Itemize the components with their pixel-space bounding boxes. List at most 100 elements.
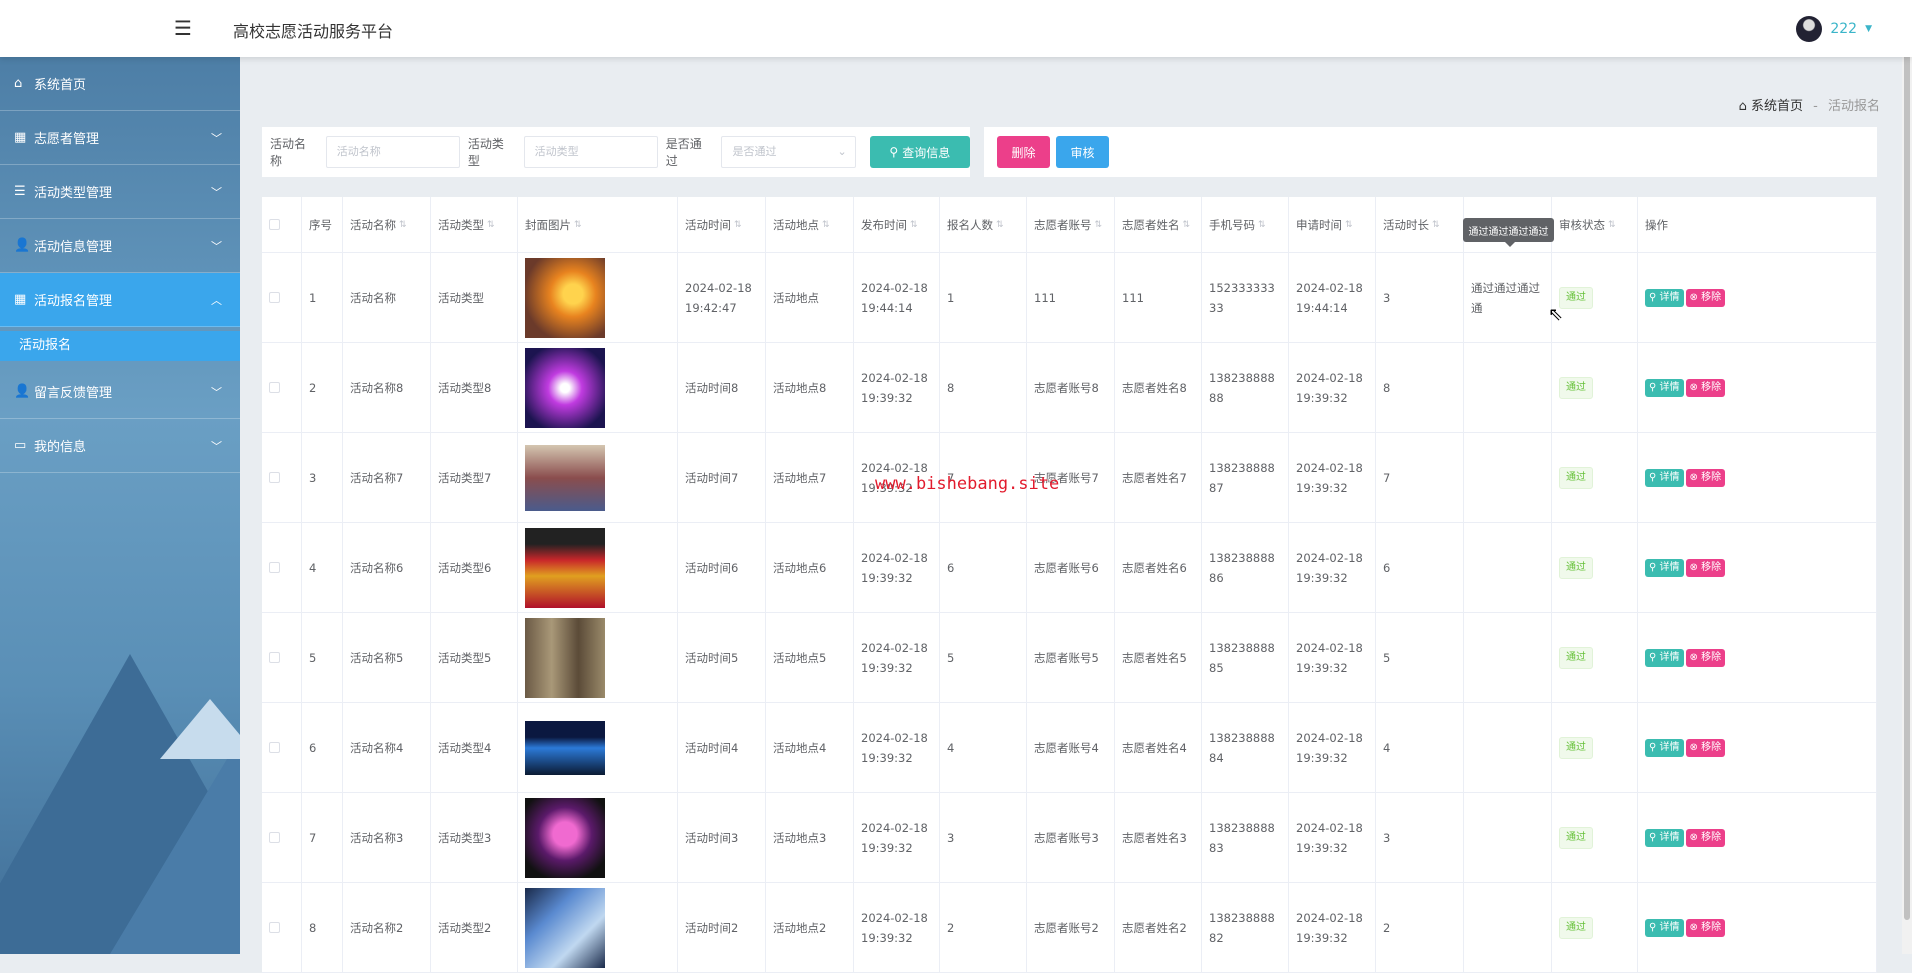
audit-button[interactable]: 审核 [1056,136,1109,168]
sort-icon[interactable]: ⇅ [734,215,742,235]
breadcrumb-home[interactable]: 系统首页 [1751,99,1803,114]
sort-icon[interactable]: ⇅ [1432,215,1440,235]
remove-button[interactable]: ⊗ 移除 [1685,468,1726,487]
cell-text: 5 [1383,650,1391,665]
cell-text: 2024-02-18 19:39:32 [1296,910,1363,945]
sidebar-subitem-activity-signup[interactable]: 活动报名 [0,331,240,361]
sidebar-item[interactable]: 👤 留言反馈管理 ﹀ [0,365,240,419]
cell-text: 1 [947,290,955,305]
pass-select[interactable]: 是否通过 ⌄ [721,136,856,168]
row-checkbox[interactable] [269,562,280,573]
table-cell: 志愿者姓名4 [1115,703,1202,792]
table-cell: 活动类型8 [431,343,518,432]
sort-icon[interactable]: ⇅ [1183,215,1191,235]
sort-icon[interactable]: ⇅ [1608,215,1616,235]
sort-icon[interactable]: ⇅ [996,215,1004,235]
sort-icon[interactable]: ⇅ [822,215,830,235]
column-header[interactable]: 活动名称 ⇅ [343,197,431,252]
avatar [1796,16,1823,42]
detail-button[interactable]: ⚲ 详情 [1645,738,1684,757]
cell-text: 志愿者姓名4 [1122,740,1187,755]
sort-icon[interactable]: ⇅ [1095,215,1103,235]
sidebar-item[interactable]: 👤 活动信息管理 ﹀ [0,219,240,273]
table-cell [1464,613,1552,702]
remove-button[interactable]: ⊗ 移除 [1685,828,1726,847]
cover-image[interactable] [525,617,605,698]
table-cell: 活动地点4 [766,703,854,792]
remove-button[interactable]: ⊗ 移除 [1685,378,1726,397]
remove-label: 移除 [1701,381,1722,393]
search-button[interactable]: ⚲ 查询信息 [869,136,970,168]
delete-button[interactable]: 删除 [997,136,1050,168]
remove-button[interactable]: ⊗ 移除 [1685,918,1726,937]
sort-icon[interactable]: ⇅ [574,215,582,235]
column-header[interactable]: 封面图片 ⇅ [518,197,678,252]
table-cell: 8 [302,883,343,972]
cover-image[interactable] [525,887,605,968]
column-header[interactable]: 申请时间 ⇅ [1289,197,1376,252]
table-cell: 志愿者姓名5 [1115,613,1202,702]
table-cell: 通过通过通过通 [1464,253,1552,342]
cover-image[interactable] [525,720,605,775]
column-header[interactable]: 志愿者账号 ⇅ [1027,197,1115,252]
sidebar-item[interactable]: ☰ 活动类型管理 ﹀ [0,165,240,219]
menu-toggle-icon[interactable]: ☰ [174,18,196,38]
row-checkbox[interactable] [269,832,280,843]
remove-button[interactable]: ⊗ 移除 [1685,738,1726,757]
detail-button[interactable]: ⚲ 详情 [1645,558,1684,577]
column-header[interactable]: 手机号码 ⇅ [1202,197,1289,252]
sidebar-item[interactable]: ▭ 我的信息 ﹀ [0,419,240,473]
cover-image[interactable] [525,797,605,878]
column-header[interactable]: 志愿者姓名 ⇅ [1115,197,1202,252]
column-header[interactable]: 活动时间 ⇅ [678,197,766,252]
scrollbar-thumb[interactable] [1904,20,1910,920]
detail-button[interactable]: ⚲ 详情 [1645,828,1684,847]
scrollbar[interactable] [1902,0,1912,954]
row-checkbox[interactable] [269,742,280,753]
user-menu[interactable]: 222 ▼ [1796,16,1872,42]
detail-button[interactable]: ⚲ 详情 [1645,648,1684,667]
cell-text: 13823888882 [1209,910,1275,945]
column-header[interactable]: 发布时间 ⇅ [854,197,940,252]
row-checkbox[interactable] [269,652,280,663]
sort-icon[interactable]: ⇅ [1258,215,1266,235]
remove-button[interactable]: ⊗ 移除 [1685,558,1726,577]
table-row: 4 活动名称6 活动类型6 活动时间6 活动地点6 2024-02-18 19:39:32… [262,523,1877,613]
column-header[interactable]: 活动时长 ⇅ [1376,197,1464,252]
remove-button[interactable]: ⊗ 移除 [1685,648,1726,667]
detail-button[interactable]: ⚲ 详情 [1645,918,1684,937]
cover-image[interactable] [525,527,605,608]
select-all-checkbox[interactable] [269,219,280,230]
column-header[interactable]: 活动类型 ⇅ [431,197,518,252]
sort-icon[interactable]: ⇅ [399,215,407,235]
remove-button[interactable]: ⊗ 移除 [1685,288,1726,307]
column-header[interactable]: 报名人数 ⇅ [940,197,1027,252]
sort-icon[interactable]: ⇅ [487,215,495,235]
activity-type-input[interactable]: 活动类型 [523,136,658,168]
cover-image[interactable] [525,257,605,338]
tooltip: 通过通过通过通过 [1463,218,1554,247]
column-header[interactable]: 审核状态 ⇅ [1552,197,1638,252]
table-cell: 111 [1115,253,1202,342]
sidebar-item[interactable]: ⌂ 系统首页 [0,57,240,111]
table-cell: 13823888883 [1202,793,1289,882]
column-header[interactable]: 活动地点 ⇅ [766,197,854,252]
detail-button[interactable]: ⚲ 详情 [1645,378,1684,397]
row-checkbox[interactable] [269,382,280,393]
sidebar-item[interactable]: ▦ 志愿者管理 ﹀ [0,111,240,165]
table-cell: 活动地点 [766,253,854,342]
row-checkbox[interactable] [269,472,280,483]
sort-icon[interactable]: ⇅ [910,215,918,235]
cell-text: 志愿者账号3 [1034,830,1099,845]
row-checkbox[interactable] [269,922,280,933]
activity-name-input[interactable]: 活动名称 [325,136,460,168]
cover-image[interactable] [525,347,605,428]
row-checkbox[interactable] [269,292,280,303]
detail-button[interactable]: ⚲ 详情 [1645,288,1684,307]
cover-image[interactable] [525,444,605,511]
detail-button[interactable]: ⚲ 详情 [1645,468,1684,487]
sort-icon[interactable]: ⇅ [1345,215,1353,235]
breadcrumb-separator: - [1813,99,1818,114]
sidebar-item[interactable]: ▦ 活动报名管理 ︿ [0,273,240,327]
close-circle-icon: ⊗ [1689,921,1698,933]
